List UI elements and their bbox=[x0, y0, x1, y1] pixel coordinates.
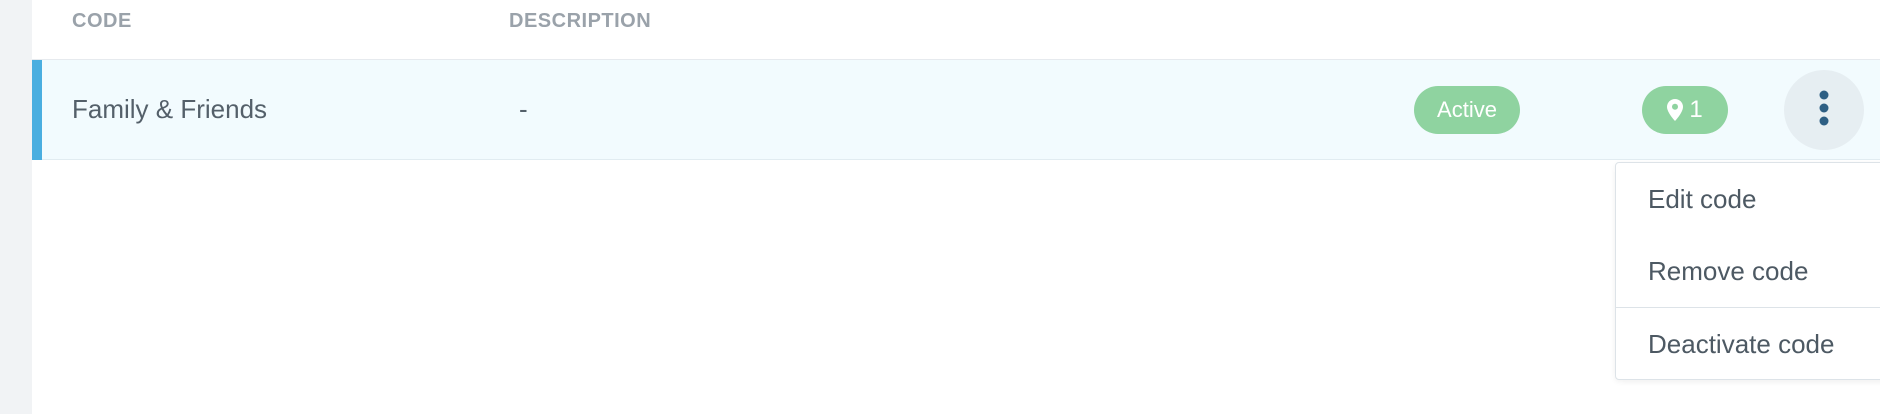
code-name: Family & Friends bbox=[72, 94, 268, 124]
codes-table-panel: CODE DESCRIPTION Family & Friends - Acti… bbox=[32, 0, 1880, 414]
row-actions-menu: Edit code Remove code Deactivate code bbox=[1615, 162, 1880, 380]
table-row[interactable]: Family & Friends - Active 1 bbox=[32, 60, 1880, 160]
column-header-code[interactable]: CODE bbox=[72, 10, 132, 33]
code-description: - bbox=[519, 94, 528, 124]
app-root: CODE DESCRIPTION Family & Friends - Acti… bbox=[0, 0, 1880, 414]
menu-item-label: Deactivate code bbox=[1648, 328, 1835, 359]
row-selected-indicator bbox=[32, 60, 42, 160]
menu-item-remove-code[interactable]: Remove code bbox=[1616, 235, 1880, 307]
left-gutter bbox=[0, 0, 32, 414]
location-count-badge[interactable]: 1 bbox=[1642, 86, 1728, 134]
menu-item-label: Edit code bbox=[1648, 183, 1757, 214]
row-actions-button[interactable] bbox=[1784, 70, 1864, 150]
status-label: Active bbox=[1437, 97, 1497, 122]
map-pin-icon bbox=[1667, 99, 1684, 121]
menu-item-label: Remove code bbox=[1648, 255, 1809, 286]
column-header-description[interactable]: DESCRIPTION bbox=[509, 10, 651, 33]
vertical-dots-icon bbox=[1819, 90, 1829, 131]
location-count: 1 bbox=[1689, 96, 1703, 123]
table-header: CODE DESCRIPTION bbox=[32, 0, 1880, 60]
menu-item-edit-code[interactable]: Edit code bbox=[1616, 163, 1880, 235]
menu-item-deactivate-code[interactable]: Deactivate code bbox=[1616, 308, 1880, 380]
status-badge: Active bbox=[1414, 86, 1520, 134]
